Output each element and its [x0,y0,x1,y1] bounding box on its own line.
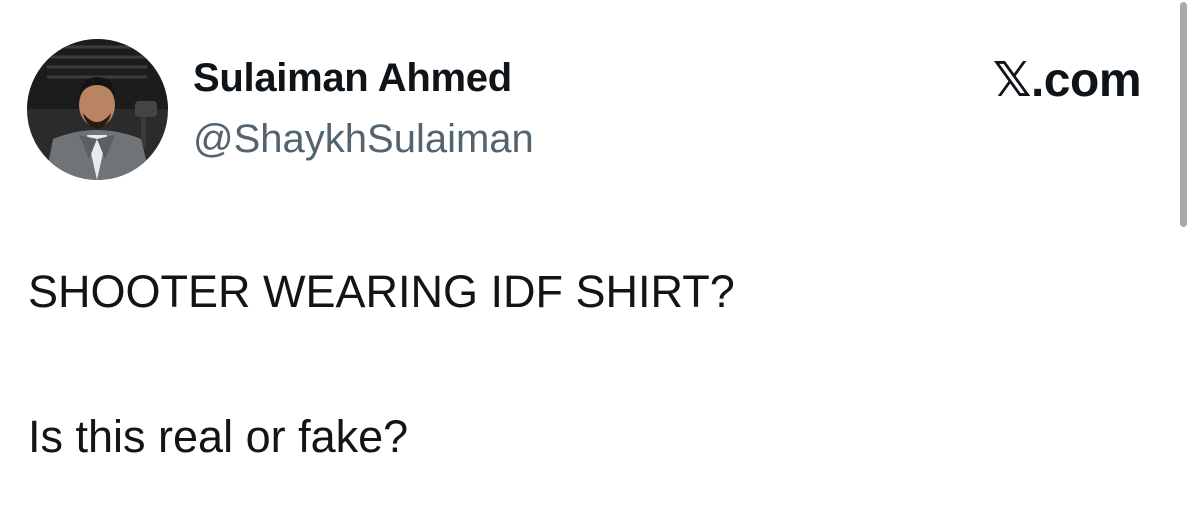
tweet-text-line: Is this real or fake? [28,411,409,462]
avatar[interactable] [27,39,168,180]
display-name[interactable]: Sulaiman Ahmed [193,56,512,101]
scrollbar[interactable] [1180,2,1187,227]
user-handle[interactable]: @ShaykhSulaiman [193,117,534,162]
avatar-photo [27,39,168,180]
tweet-card: Sulaiman Ahmed @ShaykhSulaiman 𝕏.com SHO… [0,0,1199,511]
tweet-text-line: SHOOTER WEARING IDF SHIRT? [28,266,735,317]
x-logo-text: 𝕏.com [992,54,1142,107]
